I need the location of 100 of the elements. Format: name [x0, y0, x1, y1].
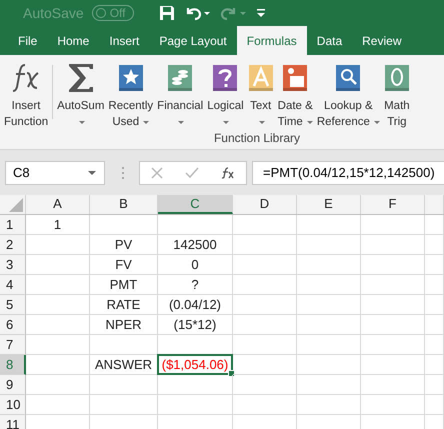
column-header[interactable]: C — [158, 195, 233, 214]
table-cell — [361, 315, 425, 335]
table-cell — [26, 295, 90, 315]
check-icon[interactable] — [185, 166, 199, 178]
group-label: Function Library — [212, 131, 302, 145]
table-cell — [361, 335, 425, 355]
table-cell — [297, 355, 361, 375]
ribbon-button[interactable]: Lookup & Reference — [314, 55, 382, 131]
table-cell: (0.04/12) — [158, 295, 233, 315]
ribbon-button[interactable]: Logical — [205, 55, 246, 131]
column-header[interactable]: A — [26, 195, 90, 214]
theta-book-icon — [384, 64, 410, 92]
table-cell: RATE — [90, 295, 158, 315]
table-cell — [361, 235, 425, 255]
ribbon-tab[interactable]: Page Layout — [149, 26, 237, 55]
table-cell — [26, 335, 90, 355]
row-header[interactable]: 1 — [0, 215, 26, 235]
row-header[interactable]: 9 — [0, 375, 26, 395]
table-cell — [425, 275, 444, 295]
table-cell — [361, 395, 425, 415]
ribbon-button[interactable]: Math Trig — [382, 55, 412, 131]
table-cell: 0 — [158, 255, 233, 275]
row-header[interactable]: 6 — [0, 315, 26, 335]
ribbon-tab[interactable]: Home — [47, 26, 100, 55]
table-cell — [297, 335, 361, 355]
table-cell — [233, 295, 297, 315]
table-cell — [90, 215, 158, 235]
formula-field[interactable]: =PMT(0.04/12,15*12,142500) — [252, 160, 444, 184]
ribbon-tab[interactable]: Insert — [99, 26, 150, 55]
autosave-label: AutoSave — [23, 4, 84, 20]
table-cell — [233, 235, 297, 255]
row-header[interactable]: 2 — [0, 235, 26, 255]
table-cell: NPER — [90, 315, 158, 335]
table-cell — [90, 375, 158, 395]
column-header[interactable]: F — [361, 195, 425, 214]
table-cell — [26, 395, 90, 415]
column-header[interactable]: D — [233, 195, 297, 214]
magnifier-book-icon — [335, 64, 362, 92]
table-cell — [26, 315, 90, 335]
function-icon[interactable] — [221, 166, 235, 178]
table-cell — [297, 395, 361, 415]
table-cell: FV — [90, 255, 158, 275]
name-box[interactable]: C8 — [5, 160, 105, 184]
table-cell — [233, 255, 297, 275]
ribbon-button[interactable]: Financial — [155, 55, 206, 131]
table-cell: ANSWER — [90, 355, 158, 375]
save-icon[interactable] — [158, 4, 176, 22]
ribbon-button[interactable]: Date & Time — [276, 55, 315, 131]
cancel-icon[interactable] — [151, 166, 163, 178]
table-cell: ? — [158, 275, 233, 295]
table-cell: PV — [90, 235, 158, 255]
table-cell — [297, 295, 361, 315]
row-header[interactable]: 11 — [0, 415, 26, 429]
customize-icon[interactable] — [256, 6, 266, 18]
table-cell — [90, 335, 158, 355]
table-cell — [297, 275, 361, 295]
row-header[interactable]: 3 — [0, 255, 26, 275]
ribbon-button[interactable]: AutoSum — [55, 55, 106, 131]
ribbon-tab[interactable]: Review — [352, 26, 412, 55]
table-cell — [233, 335, 297, 355]
table-cell — [233, 215, 297, 235]
table-cell: 142500 — [158, 235, 233, 255]
table-cell — [425, 335, 444, 355]
table-cell — [233, 355, 297, 375]
table-cell — [361, 215, 425, 235]
table-cell — [233, 275, 297, 295]
table-cell — [361, 355, 425, 375]
table-cell — [297, 315, 361, 335]
ribbon-tab[interactable]: File — [8, 26, 48, 55]
table-cell — [26, 235, 90, 255]
row-header[interactable]: 10 — [0, 395, 26, 415]
row-header[interactable]: 7 — [0, 335, 26, 355]
ribbon-tab[interactable]: Formulas — [236, 26, 307, 55]
row-header[interactable]: 8 — [0, 355, 26, 375]
ribbon-tab[interactable]: Data — [306, 26, 352, 55]
row-header[interactable]: 4 — [0, 275, 26, 295]
table-cell — [26, 355, 90, 375]
column-header[interactable]: E — [297, 195, 361, 214]
ribbon-button[interactable]: Recently Used — [106, 55, 156, 131]
function-icon — [11, 61, 42, 95]
table-cell — [425, 295, 444, 315]
table-cell — [26, 275, 90, 295]
calendar-book-icon — [282, 64, 308, 92]
table-cell — [297, 255, 361, 275]
table-cell — [233, 315, 297, 335]
table-cell: 1 — [26, 215, 90, 235]
letter-book-icon — [248, 64, 274, 92]
ribbon-button[interactable]: Insert Function — [2, 55, 50, 131]
table-cell — [297, 375, 361, 395]
table-cell — [26, 375, 90, 395]
table-cell — [26, 255, 90, 275]
table-cell — [425, 235, 444, 255]
table-cell — [90, 395, 158, 415]
table-cell — [425, 375, 444, 395]
table-cell — [361, 275, 425, 295]
row-header[interactable]: 5 — [0, 295, 26, 315]
table-cell — [297, 235, 361, 255]
ribbon-button[interactable]: Text — [246, 55, 276, 131]
star-book-icon — [118, 64, 144, 92]
table-cell: ($1,054.06) — [158, 355, 233, 375]
